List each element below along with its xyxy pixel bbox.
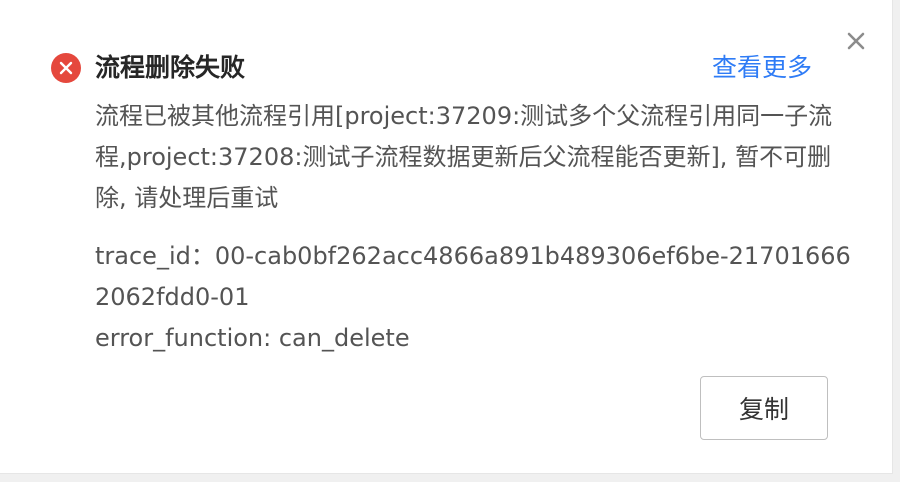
close-button[interactable] — [843, 28, 869, 54]
view-more-link[interactable]: 查看更多 — [712, 49, 812, 87]
trace-id: trace_id：00-cab0bf262acc4866a891b489306e… — [95, 242, 851, 311]
copy-button[interactable]: 复制 — [700, 376, 828, 440]
notification-title: 流程删除失败 — [95, 53, 246, 82]
close-icon — [847, 32, 865, 50]
error-notification: 流程删除失败 查看更多 流程已被其他流程引用[project:37209:测试多… — [0, 0, 893, 474]
error-message: 流程已被其他流程引用[project:37209:测试多个父流程引用同一子流程,… — [95, 102, 833, 212]
trace-details: trace_id：00-cab0bf262acc4866a891b489306e… — [95, 236, 855, 359]
error-function: error_function: can_delete — [95, 324, 410, 352]
error-icon — [51, 53, 81, 83]
